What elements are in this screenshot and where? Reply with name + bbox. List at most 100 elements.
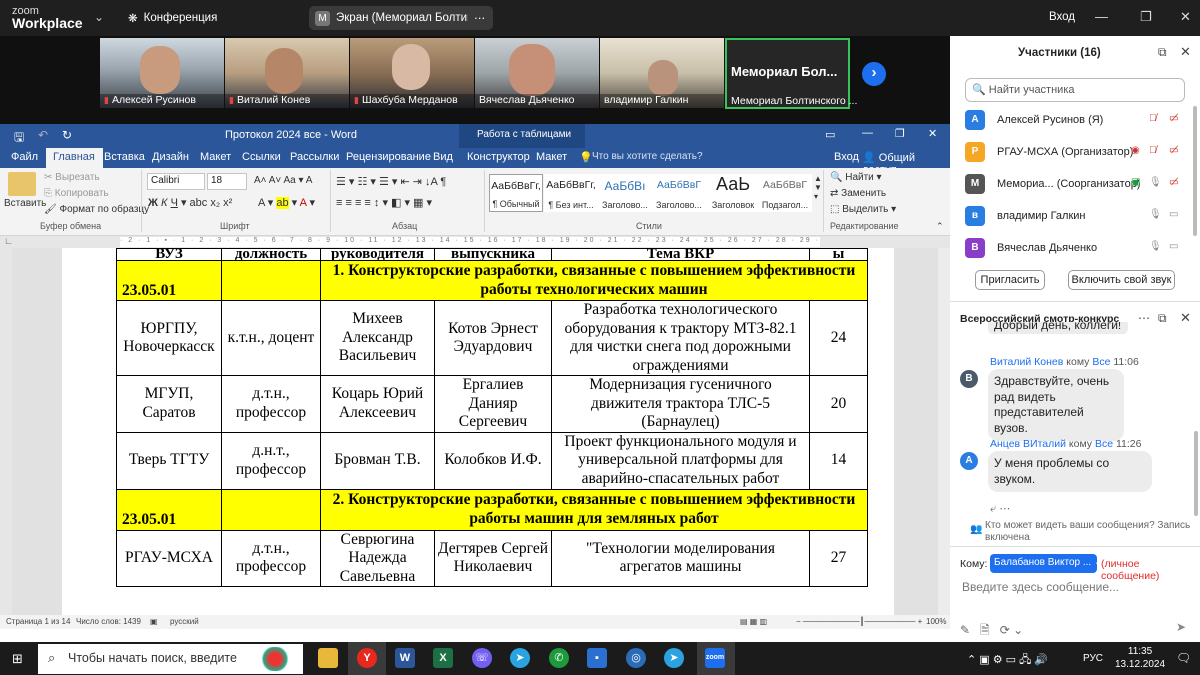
word-sign-in[interactable]: Вход	[834, 151, 859, 163]
mic-muted-icon[interactable]: 🎙̸	[1149, 113, 1157, 124]
telegram-icon[interactable]: ➤	[664, 648, 684, 668]
mic-icon[interactable]: 🎙	[1149, 177, 1162, 188]
tab-review[interactable]: Рецензирование	[346, 151, 431, 163]
participant-row[interactable]: А Алексей Русинов (Я) 🎙̸ ▭̸	[965, 110, 1185, 134]
floppy-app-icon[interactable]: ▪	[587, 648, 607, 668]
keyboard-language[interactable]: РУС	[1083, 653, 1103, 664]
unmute-button[interactable]: Включить свой звук	[1068, 270, 1175, 290]
document-table[interactable]: ВУЗ должность руководителя выпускника Те…	[116, 248, 868, 587]
tab-file[interactable]: Файл	[11, 151, 38, 163]
tab-table-design[interactable]: Конструктор	[467, 151, 530, 163]
list-buttons[interactable]: ☰ ▾ ☷ ▾ ☰ ▾ ⇤ ⇥ ↓A ¶	[336, 175, 446, 188]
excel-icon[interactable]: X	[433, 648, 453, 668]
collapse-ribbon-icon[interactable]: ⌃	[936, 221, 944, 232]
participant-row[interactable]: В Вячеслав Дьяченко 🎙 ▭	[965, 238, 1185, 262]
tell-me-box[interactable]: Что вы хотите сделать?	[592, 151, 703, 162]
close-icon[interactable]: ✕	[928, 127, 937, 140]
popout-icon[interactable]: ⧉	[1158, 45, 1167, 60]
close-icon[interactable]: ✕	[1180, 9, 1191, 25]
tab-mailings[interactable]: Рассылки	[290, 151, 339, 163]
tab-selector[interactable]: ∟	[4, 236, 13, 246]
notifications-icon[interactable]: 🗨	[1176, 651, 1191, 665]
tab-layout[interactable]: Макет	[200, 151, 231, 163]
vertical-scrollbar[interactable]	[938, 248, 950, 615]
style-heading2[interactable]: АаБбВвГ Заголово...	[652, 174, 706, 212]
style-normal[interactable]: АаБбВвГг, ¶ Обычный	[489, 174, 543, 212]
video-icon[interactable]: ▭	[1169, 241, 1178, 252]
redo-icon[interactable]: ↻	[62, 128, 72, 142]
participant-row[interactable]: Р РГАУ-МСХА (Организатор) ◉ 🎙̸ ▭̸	[965, 142, 1185, 166]
tab-home[interactable]: Главная	[46, 148, 103, 168]
font-size-select[interactable]: 18	[207, 173, 247, 190]
whatsapp-icon[interactable]: ✆	[549, 648, 569, 668]
video-icon[interactable]: ▭	[1169, 209, 1178, 220]
viber-icon[interactable]: ☏	[472, 648, 492, 668]
minimize-icon[interactable]: —	[1095, 9, 1108, 24]
undo-icon[interactable]: ↶	[38, 128, 48, 142]
chevron-down-icon[interactable]: ⌄	[94, 10, 104, 24]
invite-button[interactable]: Пригласить	[975, 270, 1045, 290]
chat-toolbar[interactable]: ✎ 🗎 ⟳ ⌄	[960, 621, 1023, 642]
chat-message-input[interactable]: Введите здесь сообщение...	[962, 580, 1119, 594]
paste-button[interactable]: Вставить	[4, 198, 46, 209]
copy-button[interactable]: ⎘ Копировать	[44, 188, 109, 199]
horizontal-ruler[interactable]: ∟ · 2 · 1 · ▪ · 1 · 2 · 3 · 4 · 5 · 6 · …	[0, 236, 950, 248]
yandex-browser-icon[interactable]: Y	[357, 648, 377, 668]
close-icon[interactable]: ✕	[1180, 310, 1191, 326]
video-tile[interactable]: Вячеслав Дьяченко	[475, 38, 599, 108]
more-icon[interactable]: ⋯	[474, 11, 486, 25]
style-subtitle[interactable]: АаБбВвГ Подзагол...	[758, 174, 812, 212]
message-actions[interactable]: ⤶ ⋯	[990, 502, 1010, 516]
windows-start-icon[interactable]: ⊞	[12, 651, 23, 667]
format-painter-button[interactable]: 🖌 Формат по образцу	[44, 204, 149, 215]
video-off-icon[interactable]: ▭̸	[1169, 177, 1178, 188]
restore-icon[interactable]: ❐	[895, 127, 905, 140]
word-count[interactable]: Число слов: 1439	[76, 617, 141, 626]
alignment-buttons[interactable]: ≡ ≡ ≡ ≡ ↕ ▾ ◧ ▾ ▦ ▾	[336, 196, 432, 209]
recipient-select[interactable]: Балабанов Виктор ... ⌄	[990, 554, 1102, 573]
find-button[interactable]: 🔍 Найти ▾	[830, 172, 882, 183]
tab-view[interactable]: Вид	[433, 151, 453, 163]
participant-row[interactable]: М Мемориа... (Соорганизатор) ▣ 🎙 ▭̸	[965, 174, 1185, 198]
styles-scroll[interactable]: ▲ ▼ ▾	[814, 174, 822, 201]
cut-button[interactable]: ✂ Вырезать	[44, 172, 100, 183]
mic-muted-icon[interactable]: 🎙̸	[1149, 145, 1157, 156]
close-icon[interactable]: ✕	[1180, 44, 1191, 60]
replace-button[interactable]: ⇄ Заменить	[830, 188, 886, 199]
video-off-icon[interactable]: ▭̸	[1169, 145, 1178, 156]
network-app-icon[interactable]: ◎	[626, 648, 646, 668]
more-icon[interactable]: ⋯	[1138, 311, 1150, 325]
video-tile[interactable]: ▮ Виталий Конев	[225, 38, 349, 108]
style-heading1[interactable]: АаБбВı Заголово...	[598, 174, 652, 212]
view-buttons[interactable]: ▤ ▦ ▥	[740, 617, 767, 626]
restore-icon[interactable]: ❐	[1140, 9, 1152, 25]
video-tile[interactable]: владимир Галкин	[600, 38, 724, 108]
word-icon[interactable]: W	[395, 648, 415, 668]
send-icon[interactable]: ➤	[1176, 620, 1186, 634]
save-icon[interactable]: 🖫	[14, 128, 24, 149]
tab-insert[interactable]: Вставка	[104, 151, 145, 163]
system-tray-icons[interactable]: ⌃ ▣ ⚙ ▭ 🖧 🔊	[967, 651, 1048, 670]
proofing-icon[interactable]: ▣	[150, 617, 158, 626]
clipboard-icon[interactable]	[8, 172, 36, 196]
mic-icon[interactable]: 🎙	[1149, 241, 1162, 252]
sign-in-button[interactable]: Вход	[1049, 11, 1075, 23]
minimize-icon[interactable]: —	[862, 127, 873, 139]
text-effects-buttons[interactable]: A ▾ ab ▾ A ▾	[258, 196, 315, 209]
video-off-icon[interactable]: ▭̸	[1169, 113, 1178, 124]
font-name-select[interactable]: Calibri	[147, 173, 205, 190]
language-status[interactable]: русский	[170, 617, 199, 626]
telegram-icon[interactable]: ➤	[510, 648, 530, 668]
active-speaker-tile[interactable]: Мемориал Бол... Мемориал Болтинского ...	[725, 38, 857, 109]
screen-share-indicator[interactable]: M Экран (Мемориал Болтинского ⋯	[309, 6, 493, 30]
next-page-button[interactable]: ›	[862, 62, 886, 86]
font-size-buttons[interactable]: A˄ A˅ Aa ▾ A	[254, 175, 312, 186]
participant-search-input[interactable]: 🔍 Найти участника	[965, 78, 1185, 102]
participants-scrollbar[interactable]	[1193, 106, 1197, 236]
tab-references[interactable]: Ссылки	[242, 151, 281, 163]
style-no-spacing[interactable]: АаБбВвГг, ¶ Без инт...	[544, 174, 598, 212]
video-tile[interactable]: ▮ Алексей Русинов	[100, 38, 224, 108]
ribbon-options-icon[interactable]: ▭	[825, 128, 835, 141]
clock[interactable]: 11:35 13.12.2024	[1115, 645, 1165, 671]
taskbar-search-input[interactable]: ⌕ Чтобы начать поиск, введите	[38, 644, 303, 674]
